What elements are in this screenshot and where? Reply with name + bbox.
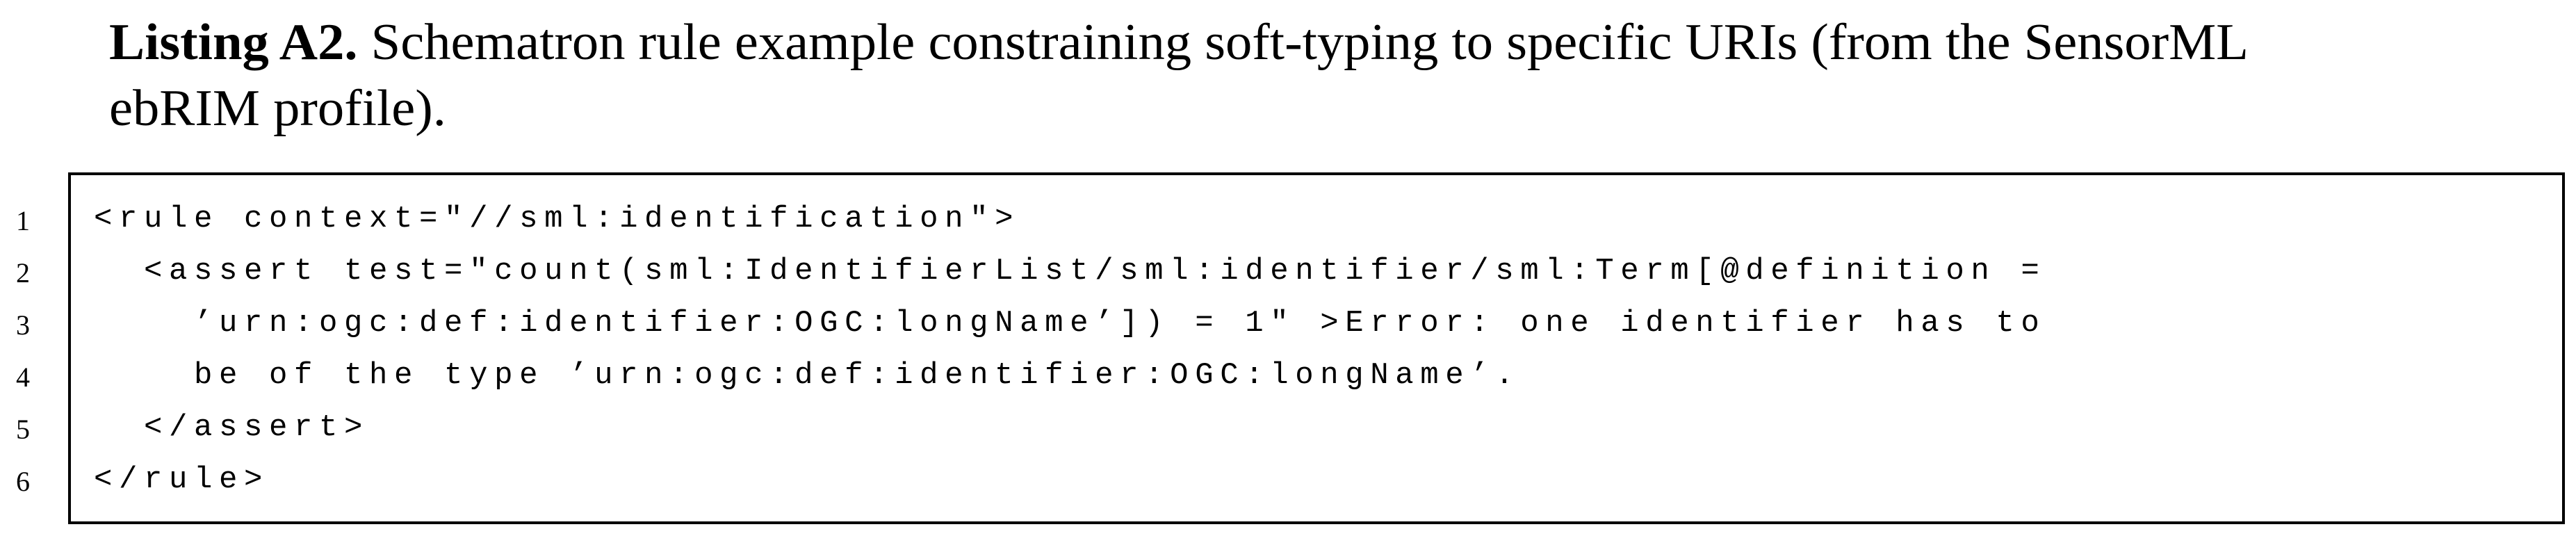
line-number: 2 <box>16 257 30 289</box>
code-line: <rule context="//sml:identification"> <box>94 202 1020 236</box>
code-line: </assert> <box>94 410 370 445</box>
code-line: ’urn:ogc:def:identifier:OGC:longName’]) … <box>94 306 2046 341</box>
caption-line-2: ebRIM profile). <box>109 80 446 137</box>
code-line: </rule> <box>94 462 270 497</box>
code-line: <assert test="count(sml:IdentifierList/s… <box>94 254 2046 289</box>
line-number: 6 <box>16 466 30 497</box>
code-line: be of the type ’urn:ogc:def:identifier:O… <box>94 358 1521 393</box>
line-number: 4 <box>16 362 30 393</box>
line-number: 5 <box>16 414 30 445</box>
line-number: 3 <box>16 309 30 341</box>
caption-text: Schematron rule example constraining sof… <box>357 14 2249 71</box>
caption-label: Listing A2. <box>109 14 358 71</box>
line-number: 1 <box>16 205 30 236</box>
caption-line-1: Listing A2. Schematron rule example cons… <box>109 17 2249 68</box>
